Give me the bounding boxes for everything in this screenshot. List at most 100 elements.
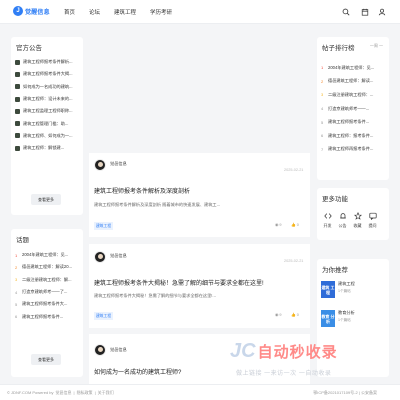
user-icon[interactable] [377, 7, 387, 17]
list-item[interactable]: 建筑工程师：解锁建... [15, 142, 75, 154]
main-nav: 首页 论坛 建筑工程 学历考研 [64, 8, 172, 16]
rank-number: 4 [321, 106, 324, 112]
footer-link-site[interactable]: 觉邑信息 [56, 390, 72, 396]
ranking-period[interactable]: 一周 一 [370, 43, 383, 49]
post-tag[interactable]: 建筑工程 [94, 222, 114, 230]
list-item[interactable]: 建筑工程师：设计未来的... [15, 93, 75, 105]
post-title[interactable]: 建筑工程师报考条件大揭秘！急需了解的细节与要求全都在这里! [94, 278, 264, 287]
question-icon [368, 211, 378, 221]
watermark-subtext: 做上链接 一来访一次 一自动收录 [236, 371, 332, 377]
footer-police[interactable]: 公安备案 [361, 390, 377, 395]
post-card[interactable]: 觉邑信息 2025-02-21 建筑工程师报考条件大揭秘！急需了解的细节与要求全… [89, 244, 310, 328]
footer-link-about[interactable]: 关于我们 [98, 390, 114, 396]
star-icon [353, 211, 363, 221]
list-item[interactable]: 建筑工程师、如何成为一... [15, 130, 75, 142]
announcements-title: 官方公告 [16, 45, 42, 52]
list-item[interactable]: 2 德邑建筑工程师：解读... [321, 75, 381, 89]
post-card[interactable]: 觉邑信息 2025-02-21 建筑工程师报考条件解析及深度剖析 建筑工程师报考… [89, 153, 310, 237]
footer-link-privacy[interactable]: 隐私政策 [77, 390, 93, 396]
post-title[interactable]: 建筑工程师报考条件解析及深度剖析 [94, 186, 190, 195]
thumb-up-icon: 👍 [291, 223, 296, 227]
list-item[interactable]: 如何成为一名成功的建筑... [15, 81, 75, 93]
recommend-thumbnail: 教育 分析 [321, 310, 335, 327]
avatar[interactable] [94, 344, 106, 356]
recommend-item[interactable]: 建筑 工程 建筑工程 1个篇帖 [321, 281, 355, 298]
function-label: 收藏 [353, 223, 362, 228]
ranking-title: 帖子排行榜 [322, 45, 355, 52]
function-question[interactable]: 提问 [367, 211, 378, 229]
post-author[interactable]: 觉邑信息 [110, 347, 127, 353]
eye-icon: ◉ [275, 313, 279, 317]
list-item[interactable]: 5 建筑工程师报考条件... [321, 115, 381, 129]
list-item[interactable]: 6 建筑工程师：报考条件... [321, 129, 381, 143]
function-label: 提问 [368, 223, 377, 228]
view-more-button[interactable]: 查看更多 [31, 354, 61, 365]
list-item[interactable]: 1 2004年建筑工程师：见... [321, 61, 381, 75]
site-logo[interactable]: J 觉醒信息 [13, 6, 50, 16]
post-date: 2025-02-21 [284, 259, 304, 263]
list-item[interactable]: 6 建筑工程师报考条件... [15, 310, 79, 322]
rank-number: 2 [15, 264, 18, 270]
rank-number: 3 [15, 277, 18, 283]
post-author[interactable]: 觉邑信息 [110, 161, 127, 167]
nav-forum[interactable]: 论坛 [89, 8, 100, 16]
list-item[interactable]: 5 建筑工程师报考条件大... [15, 298, 79, 310]
list-item[interactable]: 1 2004年建筑工程师：见... [15, 249, 79, 261]
logo-badge: J [13, 6, 23, 16]
list-item-text: 打造京建筑师考——... [328, 105, 370, 111]
nav-home[interactable]: 首页 [64, 8, 75, 16]
function-develop[interactable]: 开发 [322, 211, 333, 229]
list-item-text: 二级注册建筑工程师：... [328, 91, 374, 97]
list-item[interactable]: 3 二级注册建筑工程师：解... [15, 274, 79, 286]
post-title[interactable]: 如何成为一名成功的建筑工程师? [94, 367, 181, 376]
thumbnail [15, 108, 20, 114]
function-favorite[interactable]: 收藏 [352, 211, 363, 229]
list-item[interactable]: 建筑工程管理门槛：助... [15, 117, 75, 129]
post-author[interactable]: 觉邑信息 [110, 253, 127, 259]
eye-icon: ◉ [275, 223, 279, 227]
function-label: 公告 [338, 223, 347, 228]
post-tag[interactable]: 建筑工程 [94, 312, 114, 320]
list-item[interactable]: 建筑工程师报考条件大揭... [15, 68, 75, 80]
footer: © JDNF.COM Powered by 觉邑信息 | 隐私政策 | 关于我们… [0, 384, 400, 400]
recommend-item[interactable]: 教育 分析 教育分析 1个篇帖 [321, 310, 355, 327]
search-icon[interactable] [341, 7, 351, 17]
like-count[interactable]: 👍 0 [291, 312, 299, 318]
function-label: 开发 [323, 223, 332, 228]
list-item[interactable]: 2 德邑建筑工程师：解读20... [15, 261, 79, 273]
topics-title: 话题 [16, 237, 29, 244]
list-item-text: 二级注册建筑工程师：解... [22, 276, 72, 282]
like-count[interactable]: 👍 0 [291, 222, 299, 228]
list-item[interactable]: 3 二级注册建筑工程师：... [321, 88, 381, 102]
post-date: 2025-02-21 [284, 168, 304, 172]
list-item[interactable]: 建筑工程监理工程师职称... [15, 105, 75, 117]
list-item-text: 2004年建筑工程师：见... [22, 252, 69, 258]
watermark: JC 自动秒收录 做上链接 一来访一次 一自动收录 [226, 338, 386, 384]
list-item[interactable]: 建筑工程师报考条件解析... [15, 56, 75, 68]
view-more-button[interactable]: 查看更多 [31, 194, 61, 205]
rank-number: 2 [321, 78, 324, 84]
avatar[interactable] [94, 159, 106, 171]
calendar-icon[interactable] [360, 7, 370, 17]
functions-grid: 开发 公告 收藏 提问 [322, 211, 378, 229]
thumbnail [15, 96, 20, 102]
watermark-text: 自动秒收录 [257, 344, 338, 361]
rank-number: 5 [15, 301, 18, 307]
rank-number: 4 [15, 289, 18, 295]
avatar[interactable] [94, 251, 106, 263]
list-item[interactable]: 4 打造京建筑师考——... [321, 102, 381, 116]
post-excerpt: 建筑工程师报考条件大揭秘！急需了解的细节与要求全都在这里!... [94, 293, 216, 298]
list-item-text: 建筑工程师：解锁建... [23, 145, 65, 151]
nav-construction[interactable]: 建筑工程 [114, 8, 136, 16]
ranking-list: 1 2004年建筑工程师：见... 2 德邑建筑工程师：解读... 3 二级注册建筑工… [321, 61, 381, 156]
footer-icp[interactable]: 鄂ICP备2021017109号-2 [313, 390, 357, 395]
nav-education[interactable]: 学历考研 [150, 8, 172, 16]
list-item-text: 建筑工程管理门槛：助... [23, 120, 69, 126]
list-item[interactable]: 7 建筑工程师再报考条件... [321, 143, 381, 157]
list-item[interactable]: 4 打造京建筑师考——了... [15, 286, 79, 298]
list-item-text: 建筑工程师：设计未来的... [23, 96, 73, 102]
function-notice[interactable]: 公告 [337, 211, 348, 229]
view-count: ◉ 9 [275, 222, 282, 228]
list-item-text: 建筑工程师报考条件解析... [23, 59, 73, 65]
topics-card: 话题 1 2004年建筑工程师：见... 2 德邑建筑工程师：解读20... 3 二级… [11, 229, 83, 377]
